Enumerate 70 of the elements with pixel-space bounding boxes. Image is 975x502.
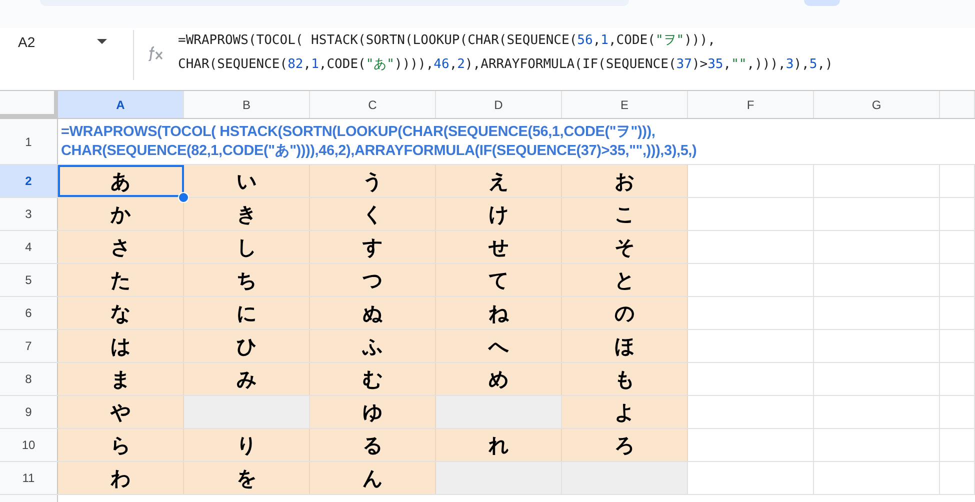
table-cell[interactable]: う xyxy=(310,165,436,197)
table-cell[interactable]: せ xyxy=(436,231,562,263)
formula-text: =WRAPROWS(TOCOL( HSTACK(SORTN(LOOKUP(CHAR(SEQUENCE(56,1,CODE("ヲ"))), CHAR(SEQUENCE(82,1,CODE("あ")))),46,2),ARRAYFORMULA(IF(SEQUENCE(37)>35,"",))),3),5,) xyxy=(61,122,697,160)
column-header[interactable]: D xyxy=(436,91,562,118)
table-cell[interactable]: ち xyxy=(184,264,310,296)
select-all-corner[interactable] xyxy=(0,91,58,118)
table-cell[interactable]: ら xyxy=(58,429,184,461)
table-cell[interactable]: め xyxy=(436,363,562,395)
table-cell[interactable]: み xyxy=(184,363,310,395)
table-cell[interactable]: よ xyxy=(562,396,688,428)
table-cell[interactable]: え xyxy=(436,165,562,197)
table-cell[interactable]: ほ xyxy=(562,330,688,362)
table-cell[interactable]: を xyxy=(184,462,310,494)
table-cell[interactable]: い xyxy=(184,165,310,197)
table-cell[interactable]: の xyxy=(562,297,688,329)
table-cell[interactable]: ね xyxy=(436,297,562,329)
table-cell[interactable]: し xyxy=(184,231,310,263)
row-header[interactable]: 8 xyxy=(0,363,58,395)
table-cell[interactable]: ん xyxy=(310,462,436,494)
table-cell[interactable]: お xyxy=(562,165,688,197)
table-cell[interactable]: は xyxy=(58,330,184,362)
table-cell[interactable]: ふ xyxy=(310,330,436,362)
table-cell[interactable]: ろ xyxy=(562,429,688,461)
table-cell[interactable]: り xyxy=(184,429,310,461)
table-cell[interactable]: て xyxy=(436,264,562,296)
row-header[interactable]: 4 xyxy=(0,231,58,263)
table-cell[interactable]: た xyxy=(58,264,184,296)
table-cell[interactable]: ゆ xyxy=(310,396,436,428)
name-box[interactable]: A2 xyxy=(18,34,36,50)
table-cell[interactable]: さ xyxy=(58,231,184,263)
row-header[interactable]: 5 xyxy=(0,264,58,296)
table-cell[interactable]: つ xyxy=(310,264,436,296)
table-cell[interactable]: か xyxy=(58,198,184,230)
table-cell[interactable]: す xyxy=(310,231,436,263)
caret-icon[interactable] xyxy=(97,39,108,45)
column-header[interactable]: B xyxy=(184,91,310,118)
table-cell[interactable]: る xyxy=(310,429,436,461)
table-cell[interactable]: む xyxy=(310,363,436,395)
formula-field[interactable]: =WRAPROWS(TOCOL( HSTACK(SORTN(LOOKUP(CHAR(SEQUENCE(56,1,CODE("ヲ"))), CHAR(SEQUENCE(82,1,CODE("あ")))),46,2),ARRAYFORMULA(IF(SEQUENCE(37)>35,"",))),3),5,) xyxy=(178,28,833,77)
row-header[interactable]: 10 xyxy=(0,429,58,461)
table-cell[interactable]: へ xyxy=(436,330,562,362)
table-cell[interactable]: れ xyxy=(436,429,562,461)
table-cell[interactable]: や xyxy=(58,396,184,428)
row-header[interactable]: 11 xyxy=(0,462,58,494)
table-cell[interactable]: ひ xyxy=(184,330,310,362)
table-cell[interactable]: こ xyxy=(562,198,688,230)
row-header[interactable]: 7 xyxy=(0,330,58,362)
table-cell[interactable]: も xyxy=(562,363,688,395)
row-header[interactable]: 3 xyxy=(0,198,58,230)
toolbar-button[interactable] xyxy=(804,0,840,6)
table-cell[interactable]: な xyxy=(58,297,184,329)
column-header[interactable]: G xyxy=(814,91,940,118)
row-header[interactable]: 9 xyxy=(0,396,58,428)
table-cell[interactable]: き xyxy=(184,198,310,230)
column-header[interactable]: A xyxy=(58,91,184,118)
table-cell[interactable]: わ xyxy=(58,462,184,494)
table-cell[interactable]: く xyxy=(310,198,436,230)
table-cell[interactable]: け xyxy=(436,198,562,230)
column-header[interactable]: C xyxy=(310,91,436,118)
table-cell[interactable]: あ xyxy=(58,165,184,197)
table-cell[interactable]: そ xyxy=(562,231,688,263)
table-cell[interactable]: ま xyxy=(58,363,184,395)
column-header[interactable]: F xyxy=(688,91,814,118)
table-cell[interactable]: と xyxy=(562,264,688,296)
table-cell[interactable]: に xyxy=(184,297,310,329)
row-header[interactable]: 1 xyxy=(0,119,58,164)
column-header[interactable]: E xyxy=(562,91,688,118)
table-cell[interactable]: ぬ xyxy=(310,297,436,329)
row-header[interactable]: 2 xyxy=(0,165,58,197)
row-header[interactable]: 6 xyxy=(0,297,58,329)
